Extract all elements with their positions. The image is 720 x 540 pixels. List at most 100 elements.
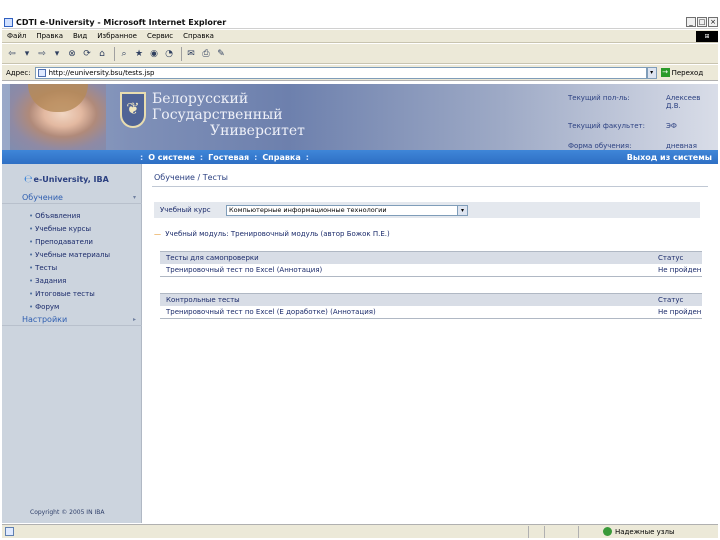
sidebar-item-materials[interactable]: • Учебные материалы [29, 249, 110, 262]
copyright: Copyright © 2005 IN IBA [30, 509, 105, 516]
chevron-down-icon: ▾ [132, 194, 136, 201]
sidebar: ℮ e-University, IBA Обучение ▾ • Объявлен… [2, 164, 142, 523]
sidebar-item-label: Учебные курсы [35, 225, 91, 234]
sidebar-item-announcements[interactable]: • Объявления [29, 210, 110, 223]
bullet-icon: • [29, 264, 34, 272]
sidebar-items: • Объявления • Учебные курсы • Преподавател… [29, 210, 110, 313]
address-url[interactable]: http://euniversity.bsu/tests.jsp [49, 69, 155, 77]
test-link[interactable]: Тренировочный тест по Excel (Е доработке… [166, 308, 328, 316]
menu-edit[interactable]: Правка [31, 32, 68, 40]
menu-tools[interactable]: Сервис [142, 32, 178, 40]
menu-favorites[interactable]: Избранное [92, 32, 142, 40]
status-cell: Не пройден [658, 266, 702, 274]
nav-separator: : [254, 152, 258, 162]
menu-view[interactable]: Вид [68, 32, 92, 40]
sidebar-section-study[interactable]: Обучение ▾ [2, 192, 142, 204]
user-info-row: Текущий пол-ль: Алексеев Д.В. [568, 94, 716, 110]
forward-dropdown-icon[interactable]: ▾ [51, 48, 63, 60]
column-header-tests: Контрольные тесты [166, 296, 240, 304]
status-bar: Надежные узлы [2, 524, 718, 538]
user-info-row: Форма обучения: дневная [568, 142, 716, 150]
status-pane [544, 525, 560, 538]
bullet-icon: • [29, 289, 34, 298]
annotation-link[interactable]: (Аннотация) [277, 266, 323, 274]
table-header: Контрольные тесты Статус [160, 293, 702, 306]
sidebar-item-final-tests[interactable]: • Итоговые тесты [29, 287, 110, 300]
nav-separator: : [199, 152, 204, 162]
mail-icon[interactable]: ✉ [185, 48, 197, 60]
table-row: Тренировочный тест по Excel (Е доработке… [160, 306, 702, 319]
sidebar-item-tests[interactable]: • Тесты [29, 262, 110, 275]
nav-separator: : [140, 152, 144, 162]
security-zone: Надежные узлы [578, 525, 718, 538]
back-icon[interactable]: ⇦ [6, 48, 18, 60]
page-icon [37, 68, 46, 77]
sidebar-item-label: Задания [35, 276, 67, 285]
bullet-icon: • [29, 251, 34, 260]
nav-help[interactable]: Справка [259, 153, 303, 162]
sidebar-item-forum[interactable]: • Форум [29, 300, 110, 313]
toolbar-divider [114, 46, 115, 61]
sidebar-brand-label: e-University, IBA [33, 175, 109, 184]
table-header: Тесты для самопроверки Статус [160, 251, 702, 264]
course-select[interactable]: Компьютерные информационные технологии ▾ [226, 204, 468, 216]
menu-help[interactable]: Справка [178, 32, 219, 40]
media-icon[interactable]: ◉ [148, 48, 160, 60]
test-name-cell: Тренировочный тест по Excel (Аннотация) [160, 266, 658, 274]
go-label: Переход [671, 68, 704, 77]
divider [152, 186, 708, 187]
control-tests-table: Контрольные тесты Статус Тренировочный т… [160, 293, 702, 319]
nav-links: : О системе : Гостевая : Справка : [138, 153, 311, 162]
favorites-icon[interactable]: ★ [133, 48, 145, 60]
trusted-zone-icon [603, 527, 612, 536]
history-icon[interactable]: ◔ [163, 48, 175, 60]
user-info-value: дневная [666, 142, 697, 150]
banner-photo [10, 84, 106, 150]
test-link[interactable]: Тренировочный тест по Excel [166, 266, 274, 274]
annotation-link[interactable]: (Аннотация) [330, 308, 376, 316]
home-icon[interactable]: ⌂ [96, 48, 108, 60]
university-name: Белорусский Государственный Университет [152, 91, 305, 139]
column-header-status: Статус [658, 254, 684, 262]
e-university-icon: ℮ [24, 174, 33, 185]
sidebar-item-label: Объявления [35, 212, 81, 221]
collapse-icon[interactable]: — [154, 230, 161, 238]
user-info: Текущий пол-ль: Алексеев Д.В. Текущий фа… [568, 94, 716, 150]
back-dropdown-icon[interactable]: ▾ [21, 48, 33, 60]
close-button[interactable]: × [708, 17, 718, 27]
sidebar-item-courses[interactable]: • Учебные курсы [29, 223, 110, 236]
maximize-button[interactable]: □ [697, 17, 707, 27]
toolbar-divider [181, 46, 182, 61]
sidebar-item-label: Преподаватели [35, 238, 93, 247]
address-bar: Адрес: http://euniversity.bsu/tests.jsp … [2, 65, 718, 81]
sidebar-item-label: Итоговые тесты [35, 289, 95, 298]
sidebar-section-settings[interactable]: Настройки ▸ [2, 314, 142, 326]
go-button[interactable]: → Переход [657, 68, 704, 77]
stop-icon[interactable]: ⊗ [66, 48, 78, 60]
address-dropdown-icon[interactable]: ▾ [646, 66, 657, 79]
sidebar-item-teachers[interactable]: • Преподаватели [29, 236, 110, 249]
sidebar-item-assignments[interactable]: • Задания [29, 274, 110, 287]
address-input[interactable]: http://euniversity.bsu/tests.jsp [34, 66, 647, 79]
nav-about[interactable]: О системе [145, 153, 198, 162]
test-name-cell: Тренировочный тест по Excel (Е доработке… [160, 308, 658, 316]
chevron-down-icon[interactable]: ▾ [457, 205, 467, 215]
self-tests-table: Тесты для самопроверки Статус Тренировоч… [160, 251, 702, 277]
minimize-button[interactable]: _ [686, 17, 696, 27]
edit-icon[interactable]: ✎ [215, 48, 227, 60]
search-icon[interactable]: ⌕ [118, 48, 130, 60]
logout-link[interactable]: Выход из системы [627, 153, 712, 162]
status-cell: Не пройден [658, 308, 702, 316]
column-header-status: Статус [658, 296, 684, 304]
sidebar-item-label: Учебные материалы [35, 251, 111, 260]
window-title: CDTI e-University - Microsoft Internet E… [16, 17, 227, 27]
sidebar-brand: ℮ e-University, IBA [24, 174, 109, 185]
menu-file[interactable]: Файл [2, 32, 31, 40]
refresh-icon[interactable]: ⟳ [81, 48, 93, 60]
sidebar-item-label: Тесты [35, 264, 58, 272]
forward-icon[interactable]: ⇨ [36, 48, 48, 60]
print-icon[interactable]: ⎙ [200, 48, 212, 60]
nav-guestbook[interactable]: Гостевая [205, 153, 252, 162]
status-pane [528, 525, 544, 538]
user-info-value: ЭФ [666, 122, 677, 130]
